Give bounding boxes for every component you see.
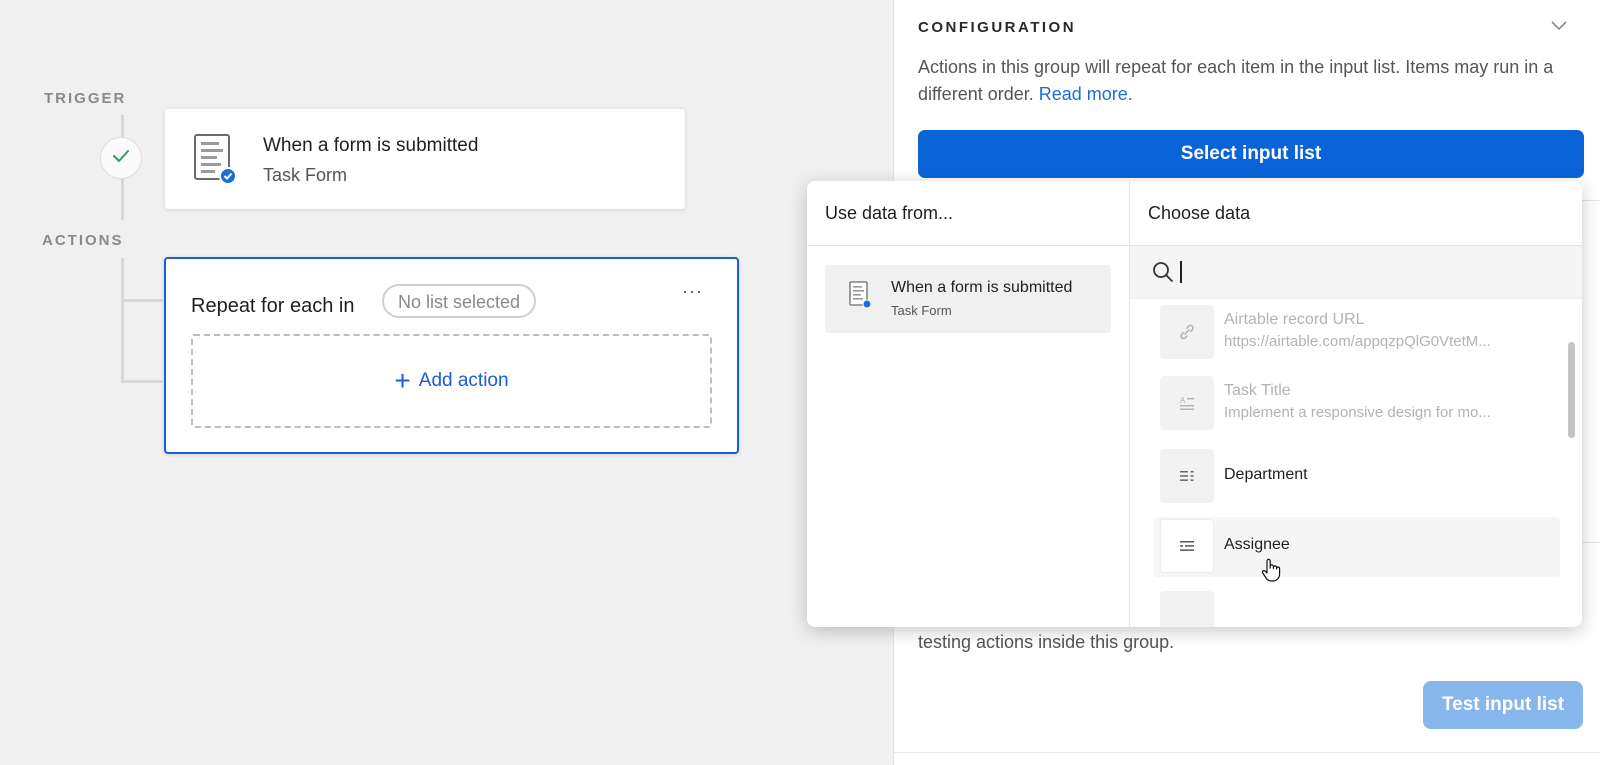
list-item-partial[interactable] bbox=[1154, 589, 1552, 627]
select-field-icon bbox=[1160, 449, 1214, 503]
data-source-item[interactable]: When a form is submitted Task Form bbox=[825, 265, 1111, 333]
link-icon bbox=[1160, 305, 1214, 359]
user-field-icon bbox=[1160, 519, 1214, 573]
field-name: Assignee bbox=[1224, 536, 1290, 553]
timeline-connector bbox=[121, 178, 124, 220]
timeline-branch bbox=[121, 380, 163, 383]
timeline-connector bbox=[121, 115, 124, 137]
search-icon bbox=[1152, 261, 1174, 288]
search-input[interactable] bbox=[1177, 257, 1561, 289]
trigger-status-check bbox=[100, 137, 142, 179]
use-data-from-header: Use data from... bbox=[825, 203, 954, 223]
search-bar bbox=[1130, 246, 1582, 299]
field-icon bbox=[1160, 591, 1214, 627]
scrollbar-thumb[interactable] bbox=[1568, 342, 1575, 438]
form-icon bbox=[849, 281, 872, 309]
divider bbox=[894, 752, 1600, 753]
testing-hint-text: testing actions inside this group. bbox=[918, 632, 1175, 652]
trigger-section-label: TRIGGER bbox=[44, 90, 127, 107]
field-value: Implement a responsive design for mo... bbox=[1224, 404, 1491, 421]
list-item-airtable-record-url[interactable]: Airtable record URL https://airtable.com… bbox=[1154, 303, 1552, 363]
more-options-button[interactable]: ··· bbox=[682, 281, 703, 302]
field-name: Task Title bbox=[1224, 382, 1291, 399]
chevron-down-icon[interactable] bbox=[1551, 18, 1567, 36]
field-name: Airtable record URL bbox=[1224, 311, 1365, 328]
hand-pointer-icon bbox=[1261, 558, 1281, 587]
read-more-link[interactable]: Read more. bbox=[1039, 84, 1133, 104]
check-icon bbox=[112, 149, 130, 168]
add-action-label: Add action bbox=[418, 370, 509, 391]
data-source-subtitle: Task Form bbox=[891, 303, 952, 318]
trigger-subtitle: Task Form bbox=[263, 165, 348, 185]
field-list: Airtable record URL https://airtable.com… bbox=[1130, 299, 1582, 627]
list-selection-pill[interactable]: No list selected bbox=[382, 284, 537, 318]
plus-icon: + bbox=[394, 365, 411, 396]
text-field-icon: A bbox=[1160, 376, 1214, 430]
list-item-department[interactable]: Department bbox=[1154, 447, 1552, 507]
timeline-connector bbox=[121, 258, 124, 383]
field-value: https://airtable.com/appqzpQlG0VtetM... bbox=[1224, 333, 1491, 350]
configuration-description: Actions in this group will repeat for ea… bbox=[918, 54, 1568, 108]
list-item-assignee[interactable]: Assignee bbox=[1154, 517, 1560, 577]
svg-text:A: A bbox=[1180, 396, 1186, 405]
field-name: Department bbox=[1224, 466, 1308, 483]
repeat-title: Repeat for each in bbox=[191, 295, 355, 317]
repeat-group-card[interactable]: Repeat for each in No list selected ··· … bbox=[164, 257, 739, 454]
add-action-button[interactable]: + Add action bbox=[191, 334, 712, 428]
data-source-title: When a form is submitted bbox=[891, 279, 1073, 296]
trigger-title: When a form is submitted bbox=[263, 135, 479, 156]
configuration-title: CONFIGURATION bbox=[918, 19, 1077, 36]
actions-section-label: ACTIONS bbox=[42, 232, 124, 249]
select-input-list-button[interactable]: Select input list bbox=[918, 130, 1584, 178]
list-item-task-title[interactable]: A Task Title Implement a responsive desi… bbox=[1154, 374, 1552, 434]
form-icon bbox=[193, 133, 237, 185]
text-cursor bbox=[1180, 261, 1182, 283]
data-picker-popover: Use data from... Choose data When a form… bbox=[807, 181, 1582, 627]
test-input-list-button[interactable]: Test input list bbox=[1423, 681, 1583, 729]
trigger-card[interactable]: When a form is submitted Task Form bbox=[165, 109, 685, 209]
timeline-branch bbox=[121, 299, 163, 302]
choose-data-header: Choose data bbox=[1148, 203, 1251, 223]
description-text: Actions in this group will repeat for ea… bbox=[918, 57, 1554, 104]
